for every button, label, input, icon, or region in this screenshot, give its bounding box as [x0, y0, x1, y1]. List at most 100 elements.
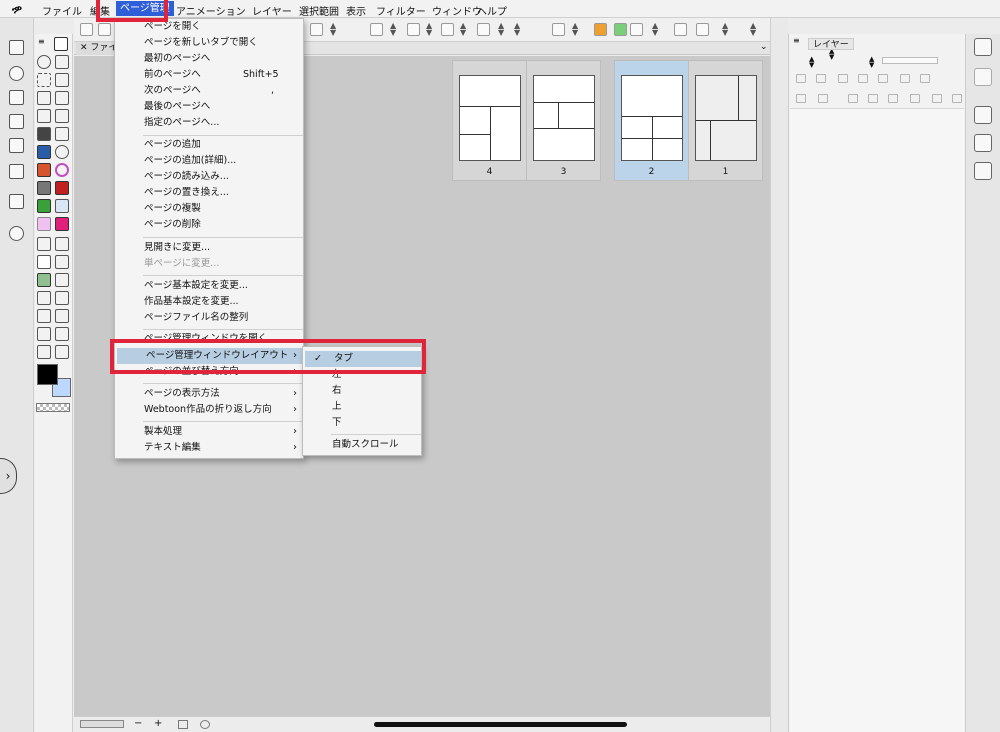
- draft-icon[interactable]: [838, 74, 848, 83]
- material-icon[interactable]: [9, 40, 24, 55]
- submenu-item-bottom[interactable]: 下: [303, 415, 421, 431]
- brush-settings-icon[interactable]: [974, 134, 992, 152]
- page-thumbnail[interactable]: 1: [688, 60, 763, 181]
- menu-item-page-settings[interactable]: ページ基本設定を変更...: [115, 278, 303, 294]
- select-icon[interactable]: [407, 23, 420, 36]
- copy-icon[interactable]: [477, 23, 490, 36]
- menu-animation[interactable]: アニメーション: [176, 3, 246, 18]
- menu-window[interactable]: ウィンドウ: [432, 3, 482, 18]
- apply-mask-icon[interactable]: [932, 94, 942, 103]
- pencil-tool-icon[interactable]: [37, 109, 51, 123]
- view-icon[interactable]: [630, 23, 643, 36]
- search-icon[interactable]: [9, 226, 24, 241]
- spin-icon[interactable]: ▲ ▼: [750, 22, 756, 37]
- page-thumbnail-selected[interactable]: 2: [614, 60, 689, 181]
- spiral-tool-icon[interactable]: [55, 163, 69, 177]
- menu-item-replace-page[interactable]: ページの置き換え...: [115, 185, 303, 201]
- spin-icon[interactable]: ▲ ▼: [498, 22, 504, 37]
- new-folder-icon[interactable]: [848, 94, 858, 103]
- 3d-tool-icon[interactable]: [37, 309, 51, 323]
- eyedropper-tool-icon[interactable]: [37, 237, 51, 251]
- merge-icon[interactable]: [888, 94, 898, 103]
- lasso-fill-tool-icon[interactable]: [55, 345, 69, 359]
- transform-icon[interactable]: [441, 23, 454, 36]
- menu-item-add-page-advanced[interactable]: ページの追加(詳細)...: [115, 153, 303, 169]
- correct-line-tool-icon[interactable]: [37, 273, 51, 287]
- page-thumbnail[interactable]: 4: [452, 60, 527, 181]
- menu-filter[interactable]: フィルター: [376, 3, 426, 18]
- layer-mask-icon[interactable]: [910, 94, 920, 103]
- vector-tool-icon[interactable]: [55, 327, 69, 341]
- spin-icon[interactable]: ▲ ▼: [390, 22, 396, 37]
- eraser-tool-icon[interactable]: [55, 73, 69, 87]
- selection-tool-icon[interactable]: [37, 73, 51, 87]
- zoom-slider[interactable]: [80, 720, 124, 728]
- menu-item-go-to-page[interactable]: 指定のページへ...: [115, 115, 303, 131]
- menu-item-duplicate-page[interactable]: ページの複製: [115, 201, 303, 217]
- magenta-tool-icon[interactable]: [55, 217, 69, 231]
- decoration-tool-icon[interactable]: [55, 127, 69, 141]
- layer-panel-tab[interactable]: レイヤー: [808, 38, 854, 50]
- color-palette-icon[interactable]: [974, 38, 992, 56]
- zoom-tool-icon[interactable]: [37, 55, 51, 69]
- app-logo-icon[interactable]: ዏ: [12, 2, 22, 17]
- menu-item-work-settings[interactable]: 作品基本設定を変更...: [115, 294, 303, 310]
- tone-icon[interactable]: [310, 23, 323, 36]
- opacity-slider[interactable]: [882, 57, 938, 64]
- menu-item-previous-page[interactable]: 前のページへ Shift+5: [115, 67, 303, 83]
- brush-tool-icon[interactable]: [55, 109, 69, 123]
- menu-item-webtoon-direction[interactable]: Webtoon作品の折り返し方向 ›: [115, 402, 303, 418]
- red-gradient-icon[interactable]: [55, 181, 69, 195]
- chevron-down-icon[interactable]: ⌄: [760, 42, 768, 52]
- layer-panel-menu-icon[interactable]: ≡: [793, 36, 800, 45]
- line-tool-icon[interactable]: [37, 217, 51, 231]
- ruler-icon[interactable]: [920, 74, 930, 83]
- lock-icon[interactable]: [858, 74, 868, 83]
- spin-icon[interactable]: ▲ ▼: [330, 22, 336, 37]
- rotate-icon[interactable]: [200, 720, 210, 729]
- sub-view-icon[interactable]: [9, 114, 24, 129]
- trash-icon[interactable]: [952, 94, 962, 103]
- transfer-down-icon[interactable]: [868, 94, 878, 103]
- page-thumbnail[interactable]: 3: [526, 60, 601, 181]
- previous-page-icon[interactable]: [594, 23, 607, 36]
- frame-tool-icon[interactable]: [55, 237, 69, 251]
- reference-icon[interactable]: [816, 74, 826, 83]
- pattern-tool-icon[interactable]: [37, 163, 51, 177]
- new-vector-layer-icon[interactable]: [818, 94, 828, 103]
- favorite-icon[interactable]: [9, 194, 24, 209]
- menu-item-change-to-spread[interactable]: 見開きに変更...: [115, 240, 303, 256]
- layer-stack-icon[interactable]: [974, 68, 992, 86]
- mask-icon[interactable]: [900, 74, 910, 83]
- menu-item-add-page[interactable]: ページの追加: [115, 137, 303, 153]
- menu-item-last-page[interactable]: 最後のページへ: [115, 99, 303, 115]
- opacity-spin-icon[interactable]: ▲ ▼: [869, 56, 874, 69]
- submenu-item-auto-scroll[interactable]: 自動スクロール: [303, 437, 421, 453]
- page-icon[interactable]: [98, 23, 111, 36]
- spin-icon[interactable]: ▲ ▼: [426, 22, 432, 37]
- undo-icon[interactable]: [552, 23, 565, 36]
- menu-help[interactable]: ヘルプ: [477, 3, 507, 18]
- zoom-out-button[interactable]: −: [134, 718, 142, 729]
- zoom-in-button[interactable]: +: [154, 718, 162, 729]
- brush-size-icon[interactable]: [974, 162, 992, 180]
- move-tool-icon[interactable]: [55, 55, 69, 69]
- menu-item-text-edit[interactable]: テキスト編集 ›: [115, 440, 303, 456]
- fill-tool-icon[interactable]: [37, 91, 51, 105]
- menu-item-first-page[interactable]: 最初のページへ: [115, 51, 303, 67]
- menu-item-page-display[interactable]: ページの表示方法 ›: [115, 386, 303, 402]
- menu-selection[interactable]: 選択範囲: [299, 3, 339, 18]
- figure-tool-icon[interactable]: [37, 327, 51, 341]
- submenu-item-right[interactable]: 右: [303, 383, 421, 399]
- move-layer-tool-icon[interactable]: [55, 291, 69, 305]
- menu-file[interactable]: ファイル: [42, 3, 82, 18]
- grass-tool-icon[interactable]: [55, 309, 69, 323]
- menu-item-delete-page[interactable]: ページの削除: [115, 217, 303, 233]
- ruler-icon[interactable]: [674, 23, 687, 36]
- new-file-icon[interactable]: [80, 23, 93, 36]
- fit-icon[interactable]: [178, 720, 188, 729]
- menu-item-import-page[interactable]: ページの読み込み...: [115, 169, 303, 185]
- palette-menu-icon[interactable]: ≡: [38, 37, 45, 46]
- tool-property-icon[interactable]: [974, 106, 992, 124]
- history-icon[interactable]: [9, 164, 24, 179]
